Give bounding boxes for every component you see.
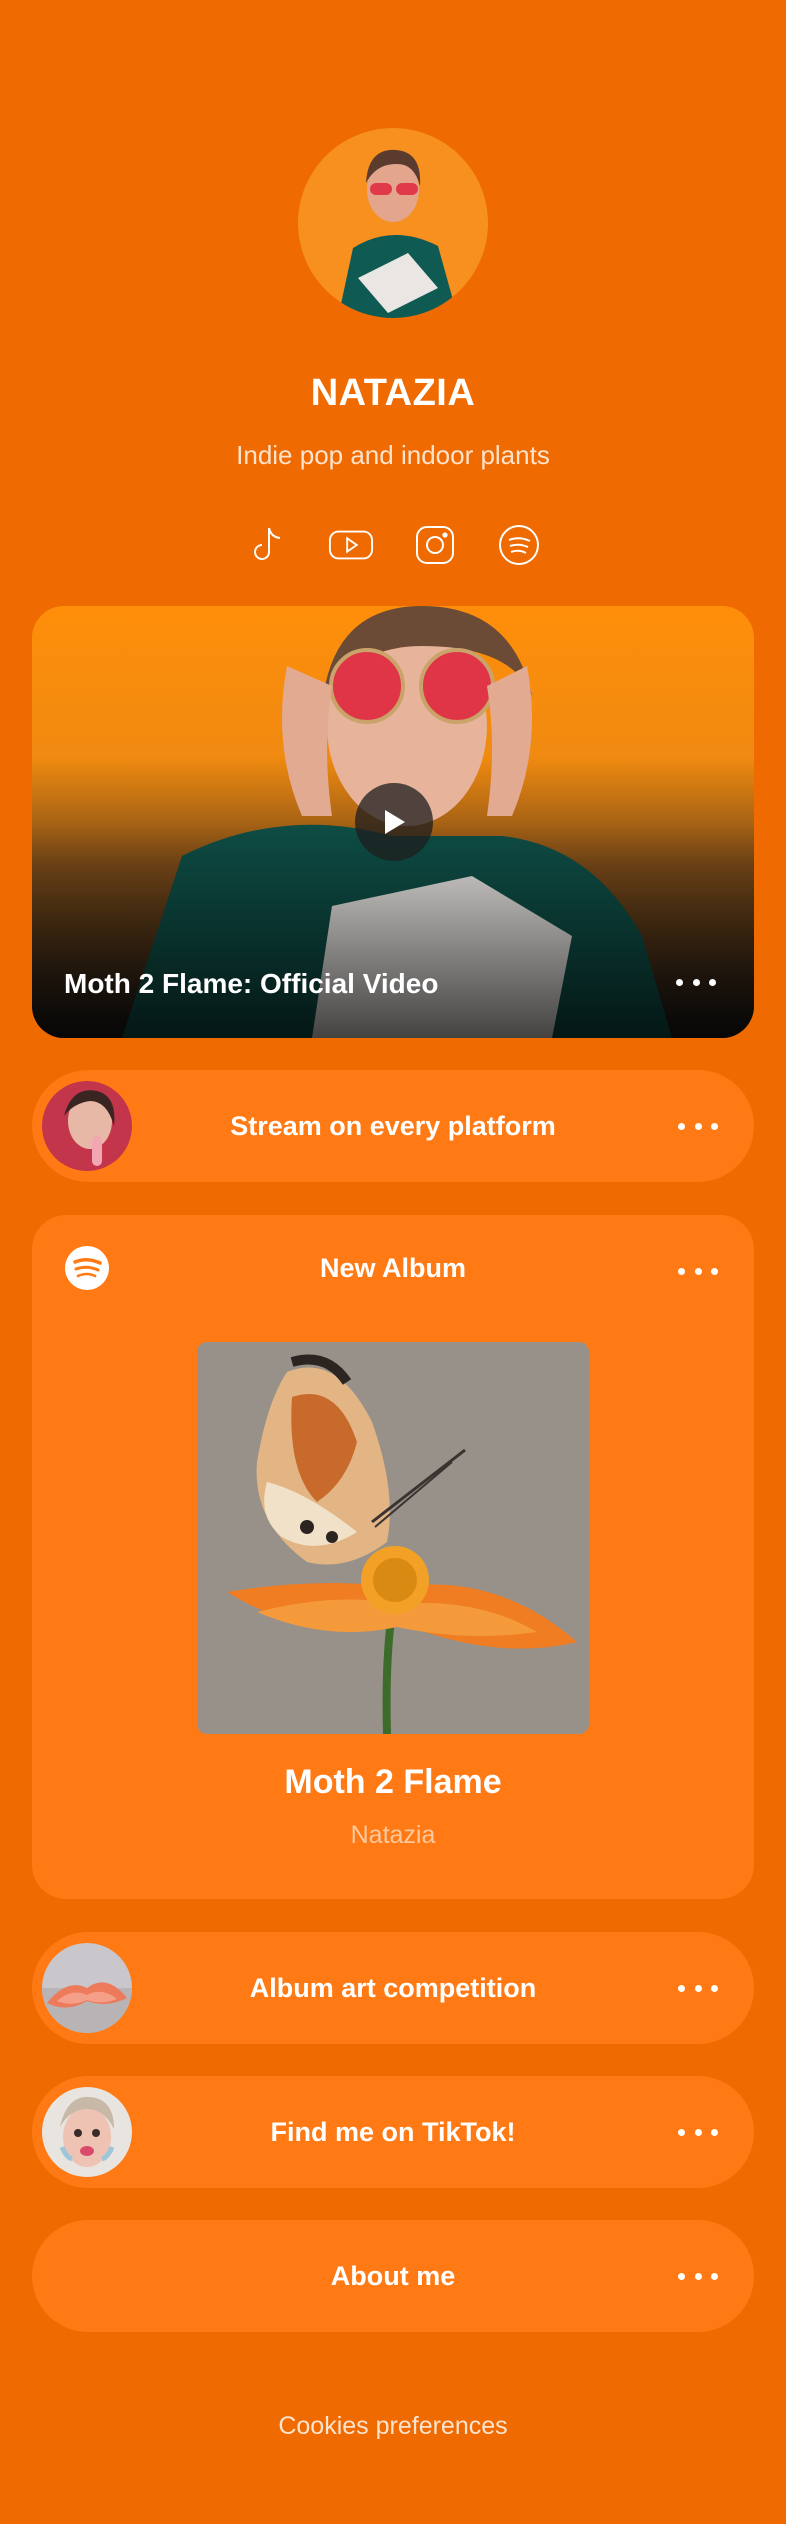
album-card[interactable]: New Album Moth 2 Flame Natazia xyxy=(32,1215,754,1899)
video-more-menu[interactable] xyxy=(676,976,716,988)
video-card[interactable]: Moth 2 Flame: Official Video xyxy=(32,606,754,1038)
instagram-icon[interactable] xyxy=(412,522,458,568)
link-label: About me xyxy=(330,2261,456,2291)
album-artist: Natazia xyxy=(350,1821,436,1849)
album-card-header: New Album xyxy=(319,1253,466,1283)
link-more-menu[interactable] xyxy=(678,2126,718,2138)
album-cover[interactable] xyxy=(197,1342,589,1734)
album-more-menu[interactable] xyxy=(678,1265,718,1277)
link-label: Album art competition xyxy=(249,1973,537,2003)
link-more-menu[interactable] xyxy=(678,1982,718,1994)
link-more-menu[interactable] xyxy=(678,2270,718,2282)
link-label: Stream on every platform xyxy=(230,1111,556,1141)
social-icons-row xyxy=(0,522,786,568)
link-stream[interactable]: Stream on every platform xyxy=(32,1070,754,1182)
profile-avatar xyxy=(298,128,488,318)
play-button[interactable] xyxy=(355,783,433,861)
cookies-preferences-link[interactable]: Cookies preferences xyxy=(0,2412,786,2441)
profile-name: NATAZIA xyxy=(310,372,476,414)
link-in-bio-page: NATAZIA Indie pop and indoor plants Moth… xyxy=(0,0,786,2524)
link-competition[interactable]: Album art competition xyxy=(32,1932,754,2044)
spotify-icon[interactable] xyxy=(496,522,542,568)
tiktok-icon[interactable] xyxy=(244,522,290,568)
video-title: Moth 2 Flame: Official Video xyxy=(64,968,439,999)
link-label: Find me on TikTok! xyxy=(270,2117,516,2147)
link-tiktok[interactable]: Find me on TikTok! xyxy=(32,2076,754,2188)
link-about[interactable]: About me xyxy=(32,2220,754,2332)
album-title: Moth 2 Flame xyxy=(284,1763,502,1801)
link-more-menu[interactable] xyxy=(678,1120,718,1132)
youtube-icon[interactable] xyxy=(328,522,374,568)
profile-bio: Indie pop and indoor plants xyxy=(236,440,550,470)
